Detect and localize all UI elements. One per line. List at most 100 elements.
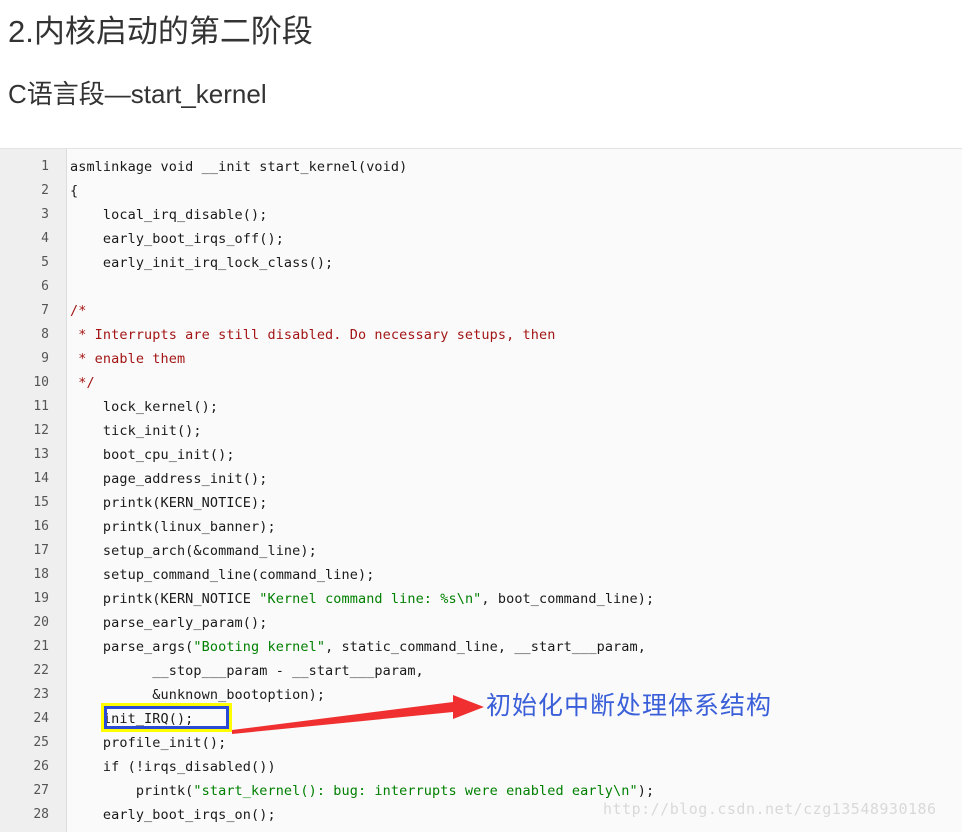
code-token-plain: if (!irqs_disabled()) [70,759,276,775]
line-number: 11 [33,399,49,414]
watermark-url: http://blog.csdn.net/czg13548930186 [603,800,937,818]
code-token-plain: page_address_init(); [70,471,268,487]
line-content: printk(KERN_NOTICE); [58,491,267,515]
code-line: 15 printk(KERN_NOTICE); [0,491,962,515]
code-line: 26 if (!irqs_disabled()) [0,755,962,779]
page-subtitle: C语言段—start_kernel [8,79,267,110]
code-token-string: "Booting kernel" [193,639,326,655]
code-token-plain: printk(KERN_NOTICE [70,591,260,607]
line-content: if (!irqs_disabled()) [58,755,276,779]
code-token-comment: * Interrupts are still disabled. Do nece… [70,327,556,343]
line-number: 3 [41,207,49,222]
line-content: * enable them [58,347,185,371]
line-content: */ [58,371,95,395]
code-block[interactable]: 1 asmlinkage void __init start_kernel(voi… [0,148,962,832]
code-token-plain: parse_early_param(); [70,615,268,631]
line-content: printk(linux_banner); [58,515,276,539]
line-content: parse_early_param(); [58,611,267,635]
line-content: early_boot_irqs_off(); [58,227,284,251]
code-line: 3 local_irq_disable(); [0,203,962,227]
code-token-plain: setup_command_line(command_line); [70,567,375,583]
line-number: 22 [33,663,49,678]
code-line: 25 profile_init(); [0,731,962,755]
line-number: 12 [33,423,49,438]
line-content: page_address_init(); [58,467,267,491]
line-content: asmlinkage void __init start_kernel(void… [58,155,407,179]
line-number: 1 [41,159,49,174]
line-number: 16 [33,519,49,534]
line-number: 18 [33,567,49,582]
code-line: 29 local_irq_enable(); [0,827,962,832]
code-line: 24 init_IRQ(); [0,707,962,731]
line-number: 24 [33,711,49,726]
code-token-plain: boot_cpu_init(); [70,447,235,463]
article-page: 2.内核启动的第二阶段 C语言段—start_kernel [0,0,962,112]
code-line: 2{ [0,179,962,203]
line-content: early_init_irq_lock_class(); [58,251,333,275]
code-token-plain: profile_init(); [70,735,227,751]
code-token-plain: printk(linux_banner); [70,519,276,535]
code-line: 4 early_boot_irqs_off(); [0,227,962,251]
line-number: 2 [41,183,49,198]
line-content: setup_command_line(command_line); [58,563,374,587]
line-content [58,275,70,299]
line-number: 6 [41,279,49,294]
line-number: 28 [33,807,49,822]
line-number: 21 [33,639,49,654]
line-content: printk("start_kernel(): bug: interrupts … [58,779,654,803]
line-content: * Interrupts are still disabled. Do nece… [58,323,555,347]
code-token-plain: &unknown_bootoption); [70,687,326,703]
code-token-comment: /* [70,303,87,319]
line-number: 10 [33,375,49,390]
code-token-plain: early_boot_irqs_on(); [70,807,276,823]
line-number: 29 [0,827,58,832]
code-token-plain: __stop___param - __start___param, [70,663,424,679]
line-number: 7 [41,303,49,318]
code-token-plain: , boot_command_line); [481,591,655,607]
code-line: 20 parse_early_param(); [0,611,962,635]
code-line: 9 * enable them [0,347,962,371]
code-token-plain: tick_init(); [70,423,202,439]
line-number: 27 [33,783,49,798]
code-line: 10 */ [0,371,962,395]
code-line: 8 * Interrupts are still disabled. Do ne… [0,323,962,347]
code-line: 12 tick_init(); [0,419,962,443]
code-token-plain: printk( [70,783,194,799]
line-content: lock_kernel(); [58,395,218,419]
code-line: 18 setup_command_line(command_line); [0,563,962,587]
line-number: 5 [41,255,49,270]
code-line: 21 parse_args("Booting kernel", static_c… [0,635,962,659]
code-line: 6 [0,275,962,299]
code-line: 14 page_address_init(); [0,467,962,491]
code-line: 19 printk(KERN_NOTICE "Kernel command li… [0,587,962,611]
line-content: /* [58,299,86,323]
line-number: 20 [33,615,49,630]
line-number: 13 [33,447,49,462]
code-token-comment: */ [70,375,95,391]
line-number: 25 [33,735,49,750]
code-line: 16 printk(linux_banner); [0,515,962,539]
line-content: tick_init(); [58,419,202,443]
line-content: local_irq_enable(); [58,827,259,832]
line-content: parse_args("Booting kernel", static_comm… [58,635,646,659]
code-token-plain: ); [637,783,655,799]
code-token-plain: early_boot_irqs_off(); [70,231,284,247]
line-number: 14 [33,471,49,486]
line-content: profile_init(); [58,731,226,755]
line-number: 9 [41,351,49,366]
page-title: 2.内核启动的第二阶段 [8,14,313,49]
code-line: 5 early_init_irq_lock_class(); [0,251,962,275]
code-line: 1 asmlinkage void __init start_kernel(voi… [0,155,962,179]
line-number: 23 [33,687,49,702]
code-line: 13 boot_cpu_init(); [0,443,962,467]
line-content: init_IRQ(); [58,707,193,731]
code-token-string: "start_kernel(): bug: interrupts were en… [193,783,638,799]
line-content: { [58,179,78,203]
line-content: printk(KERN_NOTICE "Kernel command line:… [58,587,654,611]
annotation-note: 初始化中断处理体系结构 [486,691,773,720]
line-number: 4 [41,231,49,246]
code-token-plain: { [70,183,79,199]
code-token-plain: setup_arch(&command_line); [70,543,317,559]
code-line: 7 /* [0,299,962,323]
code-token-plain: asmlinkage void __init start_kernel(void… [70,159,408,175]
